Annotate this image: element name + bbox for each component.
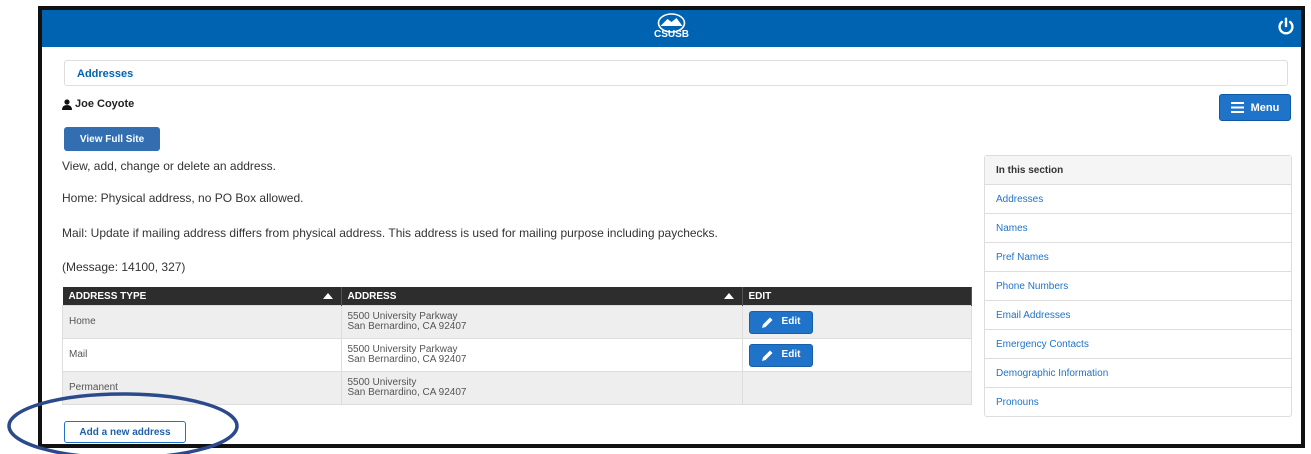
section-nav: In this section Addresses Names Pref Nam… <box>984 155 1292 417</box>
top-bar: CSUSB <box>42 10 1301 47</box>
table-row: Home 5500 University Parkway San Bernard… <box>62 305 972 339</box>
section-nav-item-emergency-contacts[interactable]: Emergency Contacts <box>985 330 1291 359</box>
edit-cell: Edit <box>741 338 972 372</box>
address-cell: 5500 University San Bernardino, CA 92407 <box>340 371 743 405</box>
address-cell: 5500 University Parkway San Bernardino, … <box>340 305 743 339</box>
column-header-address[interactable]: ADDRESS <box>341 287 743 306</box>
edit-button[interactable]: Edit <box>748 343 813 367</box>
table-header-row: ADDRESS TYPE ADDRESS EDIT <box>62 287 972 306</box>
intro-text: View, add, change or delete an address. <box>62 159 276 173</box>
mail-note-text: Mail: Update if mailing address differs … <box>62 226 718 240</box>
address-type-cell: Permanent <box>62 371 342 405</box>
section-nav-item-demographic-information[interactable]: Demographic Information <box>985 359 1291 388</box>
pencil-icon <box>761 317 773 328</box>
edit-button-label: Edit <box>781 349 801 360</box>
browser-frame: CSUSB Addresses Joe Coyote Menu View Ful… <box>38 6 1305 448</box>
power-icon[interactable] <box>1275 16 1297 38</box>
breadcrumb-addresses[interactable]: Addresses <box>77 68 133 80</box>
home-note-text: Home: Physical address, no PO Box allowe… <box>62 191 304 205</box>
logo-text: CSUSB <box>653 29 690 40</box>
user-name: Joe Coyote <box>75 98 135 110</box>
address-table: ADDRESS TYPE ADDRESS EDIT Home 5500 Univ… <box>62 287 972 405</box>
section-nav-item-names[interactable]: Names <box>985 214 1291 243</box>
add-new-address-button[interactable]: Add a new address <box>64 421 186 443</box>
address-cell: 5500 University Parkway San Bernardino, … <box>340 338 743 372</box>
pencil-icon <box>761 350 773 361</box>
edit-cell: Edit <box>741 305 972 339</box>
section-nav-item-pref-names[interactable]: Pref Names <box>985 243 1291 272</box>
address-type-cell: Mail <box>62 338 342 372</box>
menu-button[interactable]: Menu <box>1219 94 1291 121</box>
section-nav-item-email-addresses[interactable]: Email Addresses <box>985 301 1291 330</box>
breadcrumb: Addresses <box>64 60 1288 86</box>
sort-up-icon <box>322 293 333 299</box>
edit-button[interactable]: Edit <box>748 310 813 334</box>
csusb-logo[interactable]: CSUSB <box>654 13 689 40</box>
hamburger-icon <box>1230 102 1244 113</box>
user-icon <box>62 98 72 110</box>
message-code-text: (Message: 14100, 327) <box>62 260 186 274</box>
user-info: Joe Coyote <box>62 98 134 110</box>
table-row: Mail 5500 University Parkway San Bernard… <box>62 338 972 372</box>
view-full-site-button[interactable]: View Full Site <box>64 127 160 151</box>
address-type-cell: Home <box>62 305 342 339</box>
column-header-address-type[interactable]: ADDRESS TYPE <box>62 287 342 306</box>
edit-button-label: Edit <box>781 316 801 327</box>
column-header-edit: EDIT <box>742 287 972 306</box>
section-nav-item-phone-numbers[interactable]: Phone Numbers <box>985 272 1291 301</box>
address-line2: San Bernardino, CA 92407 <box>347 387 467 398</box>
address-line2: San Bernardino, CA 92407 <box>347 321 467 332</box>
address-line2: San Bernardino, CA 92407 <box>347 354 467 365</box>
section-nav-title: In this section <box>985 156 1291 185</box>
menu-button-label: Menu <box>1250 101 1280 114</box>
table-row: Permanent 5500 University San Bernardino… <box>62 371 972 405</box>
section-nav-item-pronouns[interactable]: Pronouns <box>985 388 1291 416</box>
section-nav-item-addresses[interactable]: Addresses <box>985 185 1291 214</box>
edit-cell <box>741 371 972 405</box>
sort-up-icon <box>723 293 734 299</box>
